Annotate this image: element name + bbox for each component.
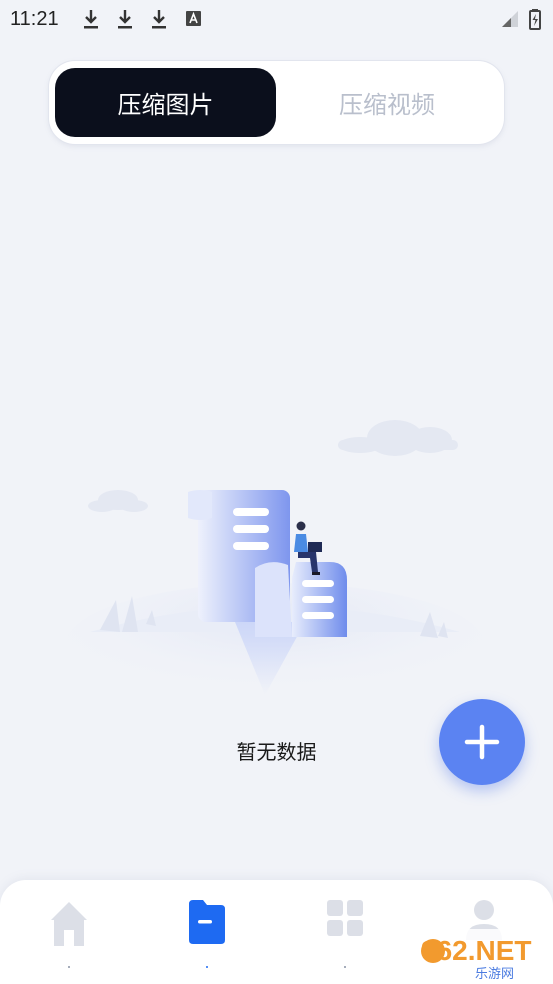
add-button[interactable] xyxy=(439,699,525,785)
nav-indicator xyxy=(344,966,346,968)
signal-icon xyxy=(502,11,518,27)
compress-type-tabs: 压缩图片 压缩视频 xyxy=(49,61,504,144)
download-icon xyxy=(118,10,132,29)
nav-item-tools[interactable] xyxy=(315,896,375,968)
watermark-logo: 962.NET 乐游网 xyxy=(413,929,553,984)
cloud-icon xyxy=(88,490,148,512)
watermark-text: 962.NET xyxy=(421,935,532,966)
folder-icon xyxy=(189,900,225,944)
grid-icon xyxy=(327,900,363,936)
plus-icon xyxy=(464,724,500,760)
tab-compress-video[interactable]: 压缩视频 xyxy=(277,68,497,137)
status-time: 11:21 xyxy=(10,8,59,30)
document-icon xyxy=(255,562,347,637)
download-icon xyxy=(84,10,98,29)
status-bar: 11:21 xyxy=(0,0,553,38)
text-a-icon xyxy=(186,11,201,26)
nav-indicator xyxy=(206,966,208,968)
tab-compress-image-label: 压缩图片 xyxy=(117,91,214,119)
cloud-icon xyxy=(338,420,458,456)
battery-icon xyxy=(529,9,541,30)
nav-item-files[interactable] xyxy=(177,896,237,968)
watermark-subtext: 乐游网 xyxy=(475,967,514,982)
download-icon xyxy=(152,10,166,29)
nav-item-home[interactable] xyxy=(39,896,99,968)
nav-indicator xyxy=(68,966,70,968)
empty-documents-illustration xyxy=(65,420,485,707)
home-icon xyxy=(51,902,87,946)
tab-compress-video-label: 压缩视频 xyxy=(339,91,435,119)
tab-compress-image[interactable]: 压缩图片 xyxy=(55,68,276,137)
